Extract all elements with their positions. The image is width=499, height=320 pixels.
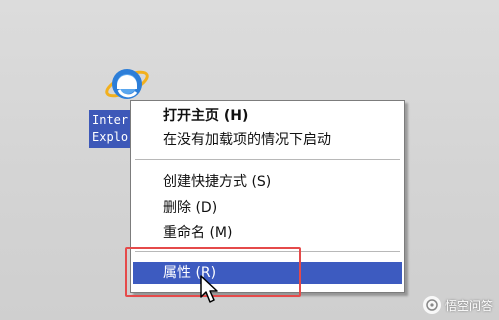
desktop: Inter Explo 打开主页 (H) 在没有加载项的情况下启动 创建快捷方式… <box>0 0 499 320</box>
menu-item-rename[interactable]: 重命名 (M) <box>133 222 402 244</box>
menu-item-start-without-addons[interactable]: 在没有加载项的情况下启动 <box>133 129 402 151</box>
menu-item-delete[interactable]: 删除 (D) <box>133 197 402 219</box>
menu-separator <box>135 159 400 160</box>
mouse-cursor-icon <box>200 275 218 303</box>
menu-item-create-shortcut[interactable]: 创建快捷方式 (S) <box>133 171 402 193</box>
menu-item-open-homepage[interactable]: 打开主页 (H) <box>133 105 402 127</box>
watermark-text: 悟空问答 <box>444 298 493 313</box>
wukong-logo-icon <box>422 296 441 314</box>
watermark: 悟空问答 <box>422 296 493 314</box>
